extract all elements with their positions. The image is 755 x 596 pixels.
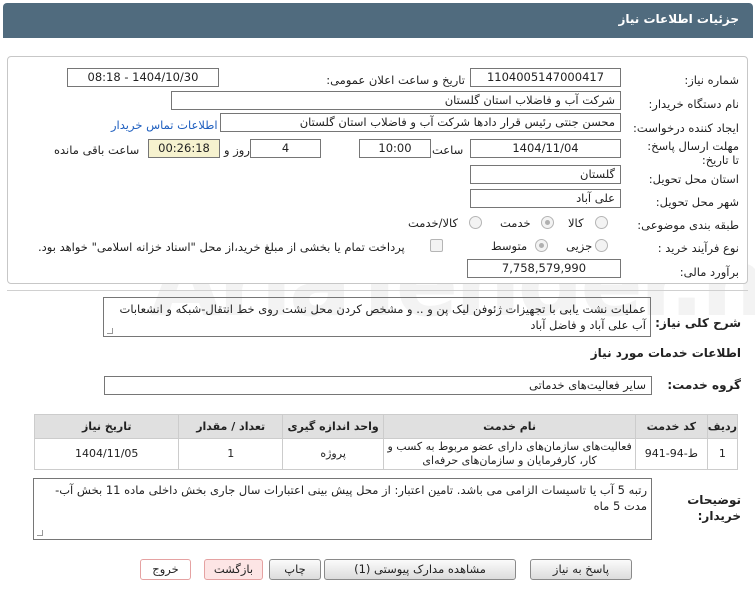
notes-label: توضیحات خریدار: (687, 493, 741, 523)
col-unit: واحد اندازه گیری (281, 414, 385, 439)
cell-name: فعالیت‌های سازمان‌های دارای عضو مربوط به… (383, 438, 636, 470)
service-group-label: گروه خدمت: (667, 378, 741, 392)
back-button[interactable]: بازگشت (204, 559, 263, 580)
days-remaining-field[interactable]: 4 (250, 139, 321, 158)
process-minor-radio[interactable] (595, 239, 608, 252)
services-table: ردیف کد خدمت نام خدمت واحد اندازه گیری ت… (33, 414, 739, 470)
summary-label: شرح کلی نیاز: (655, 316, 741, 330)
deadline-time-field[interactable]: 10:00 (359, 139, 431, 158)
creator-field[interactable]: محسن جنتی رئیس قرار دادها شرکت آب و فاضل… (220, 113, 621, 132)
services-section-title: اطلاعات خدمات مورد نیاز (590, 346, 741, 360)
col-code: کد خدمت (634, 414, 708, 439)
notes-text: رتبه 5 آب یا تاسیسات الزامی می باشد. تام… (55, 483, 647, 513)
cell-code: ط-94-941 (634, 438, 708, 470)
deadline-time-label: ساعت (432, 143, 464, 157)
cell-row: 1 (706, 438, 739, 470)
budget-field[interactable]: 7,758,579,990 (467, 259, 621, 278)
buyer-contact-link[interactable]: اطلاعات تماس خریدار (111, 118, 218, 132)
category-service-label: خدمت (500, 216, 531, 230)
page-title: جزئیات اطلاعات نیاز (618, 12, 739, 26)
province-field[interactable]: گلستان (470, 165, 621, 184)
cell-unit: پروژه (281, 438, 385, 470)
service-group-field[interactable]: سایر فعالیت‌های خدماتی (104, 376, 652, 395)
city-label: شهر محل تحویل: (655, 195, 739, 209)
header-bar: جزئیات اطلاعات نیاز (3, 3, 753, 38)
category-goods-service-radio[interactable] (469, 216, 482, 229)
col-name: نام خدمت (383, 414, 636, 439)
table-row: 1 ط-94-941 فعالیت‌های سازمان‌های دارای ع… (33, 438, 739, 470)
divider (7, 290, 748, 291)
process-medium-radio[interactable] (535, 239, 548, 252)
attachments-button[interactable]: مشاهده مدارک پیوستی (1) (324, 559, 516, 580)
category-goods-service-label: کالا/خدمت (408, 216, 459, 230)
category-label: طبقه بندی موضوعی: (637, 218, 739, 232)
treasury-checkbox[interactable] (430, 239, 443, 252)
buyer-label: نام دستگاه خریدار: (648, 97, 739, 111)
print-button[interactable]: چاپ (269, 559, 321, 580)
city-field[interactable]: علی آباد (470, 189, 621, 208)
category-goods-label: کالا (568, 216, 584, 230)
table-header-row: ردیف کد خدمت نام خدمت واحد اندازه گیری ت… (33, 414, 739, 439)
creator-label: ایجاد کننده درخواست: (633, 121, 739, 135)
need-number-label: شماره نیاز: (684, 73, 739, 87)
remaining-time-field: 00:26:18 (148, 139, 220, 158)
deadline-date-field[interactable]: 1404/11/04 (470, 139, 621, 158)
announce-date-field[interactable]: 1404/10/30 - 08:18 (67, 68, 219, 87)
process-minor-label: جزیی (566, 239, 593, 253)
days-label: روز و (224, 143, 250, 157)
exit-button[interactable]: خروج (140, 559, 191, 580)
cell-qty: 1 (178, 438, 283, 470)
buyer-field[interactable]: شرکت آب و فاضلاب استان گلستان (171, 91, 621, 110)
reply-button[interactable]: پاسخ به نیاز (530, 559, 632, 580)
resize-grip-icon[interactable] (107, 328, 113, 334)
category-goods-radio[interactable] (595, 216, 608, 229)
process-medium-label: متوسط (491, 239, 528, 253)
announce-date-label: تاریخ و ساعت اعلان عمومی: (326, 73, 465, 87)
notes-resize-grip-icon[interactable] (37, 530, 43, 536)
col-date: تاریخ نیاز (33, 414, 180, 439)
cell-date: 1404/11/05 (33, 438, 180, 470)
summary-textarea[interactable]: عملیات نشت یابی با تجهیزات ژئوفن لیک پن … (103, 297, 651, 337)
category-service-radio[interactable] (541, 216, 554, 229)
deadline-label: مهلت ارسال پاسخ: تا تاریخ: (647, 139, 739, 167)
notes-textarea[interactable]: رتبه 5 آب یا تاسیسات الزامی می باشد. تام… (33, 478, 652, 540)
treasury-note: پرداخت تمام یا بخشی از مبلغ خرید،از محل … (38, 240, 405, 254)
need-number-field[interactable]: 1104005147000417 (470, 68, 621, 87)
col-qty: تعداد / مقدار (178, 414, 283, 439)
province-label: استان محل تحویل: (648, 172, 739, 186)
col-row: ردیف (706, 414, 739, 439)
summary-text: عملیات نشت یابی با تجهیزات ژئوفن لیک پن … (119, 302, 646, 332)
remaining-time-label: ساعت باقی مانده (54, 143, 140, 157)
budget-label: برآورد مالی: (679, 265, 739, 279)
process-label: نوع فرآیند خرید : (657, 241, 739, 255)
